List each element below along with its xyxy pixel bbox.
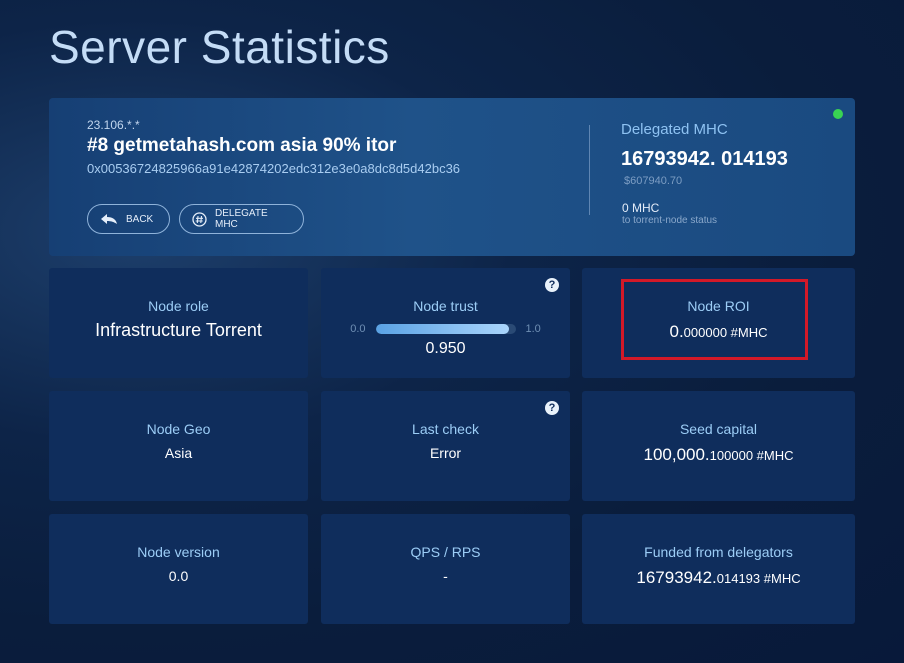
trust-min-label: 0.0	[350, 323, 366, 335]
node-geo-value: Asia	[164, 445, 193, 461]
node-version-label: Node version	[137, 544, 220, 560]
seed-capital-int: 100,000.	[643, 445, 710, 464]
trust-scale: 0.0 1.0	[350, 323, 541, 335]
qps-rps-label: QPS / RPS	[410, 544, 481, 560]
card-divider	[589, 125, 590, 215]
back-button[interactable]: BACK	[87, 204, 170, 234]
node-geo-tile: Node Geo Asia	[49, 391, 308, 501]
qps-rps-tile: QPS / RPS -	[321, 514, 570, 624]
delegate-mhc-button[interactable]: DELEGATE MHC	[179, 204, 304, 234]
seed-capital-unit: #MHC	[753, 448, 794, 463]
torrent-status-caption: to torrent-node status	[622, 215, 718, 226]
last-check-label: Last check	[412, 421, 479, 437]
funded-unit: #MHC	[760, 571, 801, 586]
server-card: 23.106.*.* #8 getmetahash.com asia 90% i…	[49, 98, 855, 256]
seed-capital-frac: 100000	[709, 448, 754, 463]
node-geo-label: Node Geo	[146, 421, 211, 437]
delegate-mhc-label: DELEGATE MHC	[215, 208, 268, 230]
highlight-box	[621, 279, 808, 360]
back-arrow-icon	[101, 214, 117, 224]
delegated-usd-value: $607940.70	[624, 175, 683, 187]
node-trust-label: Node trust	[413, 298, 478, 314]
qps-rps-value: -	[443, 568, 448, 584]
funded-from-delegators-label: Funded from delegators	[644, 544, 793, 560]
seed-capital-tile: Seed capital 100,000.100000 #MHC	[582, 391, 855, 501]
last-check-value: Error	[429, 445, 462, 461]
server-address: 0x00536724825966a91e42874202edc312e3e0a8…	[87, 161, 461, 176]
torrent-status-value: 0 MHC	[622, 201, 660, 215]
funded-frac: 014193	[716, 571, 761, 586]
node-trust-tile: ? Node trust 0.0 1.0 0.950	[321, 268, 570, 378]
delegated-mhc-label: Delegated MHC	[621, 121, 728, 138]
seed-capital-value: 100,000.100000 #MHC	[643, 445, 793, 465]
server-name: #8 getmetahash.com asia 90% itor	[87, 135, 397, 156]
node-role-label: Node role	[148, 298, 209, 314]
back-button-label: BACK	[126, 213, 154, 225]
online-status-dot	[833, 109, 843, 119]
node-role-tile: Node role Infrastructure Torrent	[49, 268, 308, 378]
node-trust-value: 0.950	[425, 340, 466, 357]
delegated-mhc-value: 16793942. 014193	[621, 148, 788, 170]
funded-int: 16793942.	[636, 568, 717, 587]
node-role-value: Infrastructure Torrent	[95, 320, 262, 340]
funded-from-delegators-tile: Funded from delegators 16793942.014193 #…	[582, 514, 855, 624]
hash-circle-icon	[192, 211, 207, 227]
trust-bar-fill	[375, 324, 509, 334]
node-version-value: 0.0	[168, 568, 189, 584]
page-title: Server Statistics	[49, 21, 390, 73]
last-check-help-icon[interactable]: ?	[545, 401, 559, 415]
trust-max-label: 1.0	[525, 323, 541, 335]
funded-from-delegators-value: 16793942.014193 #MHC	[636, 568, 800, 588]
seed-capital-label: Seed capital	[679, 421, 758, 437]
server-ip: 23.106.*.*	[87, 118, 140, 132]
node-trust-help-icon[interactable]: ?	[545, 278, 559, 292]
last-check-tile: ? Last check Error	[321, 391, 570, 501]
trust-bar	[375, 324, 516, 334]
node-version-tile: Node version 0.0	[49, 514, 308, 624]
